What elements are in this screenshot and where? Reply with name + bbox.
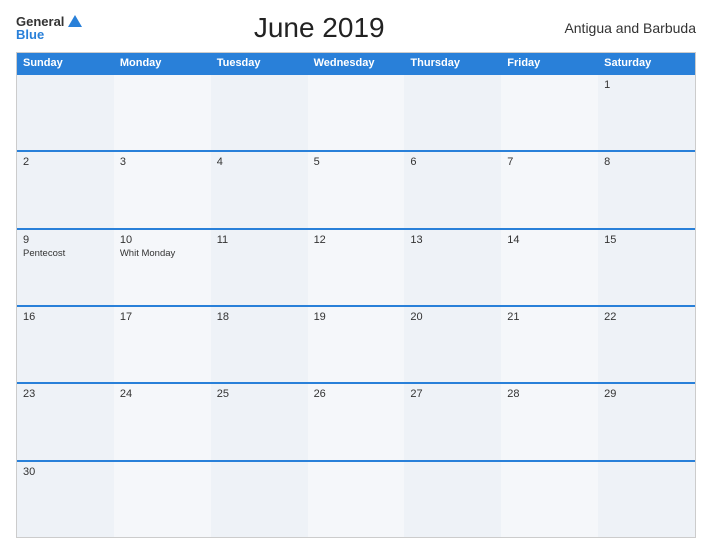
day-number: 18 bbox=[217, 311, 302, 323]
country-name: Antigua and Barbuda bbox=[556, 20, 696, 36]
calendar-day-9: 9 Pentecost bbox=[17, 230, 114, 305]
calendar-empty-cell bbox=[211, 462, 308, 537]
calendar-page: General Blue June 2019 Antigua and Barbu… bbox=[0, 0, 712, 550]
day-number: 20 bbox=[410, 311, 495, 323]
calendar-day-19: 19 bbox=[308, 307, 405, 382]
day-number: 10 bbox=[120, 234, 205, 246]
calendar-week-2: 9 Pentecost 10 Whit Monday 11 12 13 14 15 bbox=[17, 228, 695, 305]
calendar-empty-cell bbox=[308, 462, 405, 537]
calendar-week-0: 1 bbox=[17, 73, 695, 150]
day-number: 9 bbox=[23, 234, 108, 246]
calendar-title: June 2019 bbox=[82, 12, 556, 44]
calendar-day-30: 30 bbox=[17, 462, 114, 537]
calendar-day-8: 8 bbox=[598, 152, 695, 227]
calendar-day-21: 21 bbox=[501, 307, 598, 382]
calendar-week-1: 2345678 bbox=[17, 150, 695, 227]
day-number: 3 bbox=[120, 156, 205, 168]
calendar-day-24: 24 bbox=[114, 384, 211, 459]
calendar-header-cell-monday: Monday bbox=[114, 53, 211, 73]
calendar-day-29: 29 bbox=[598, 384, 695, 459]
day-event: Whit Monday bbox=[120, 248, 205, 259]
calendar-header-row: SundayMondayTuesdayWednesdayThursdayFrid… bbox=[17, 53, 695, 73]
calendar-day-28: 28 bbox=[501, 384, 598, 459]
day-number: 15 bbox=[604, 234, 689, 246]
calendar-week-3: 16 17 18 19 20 21 22 bbox=[17, 305, 695, 382]
calendar-empty-cell bbox=[404, 462, 501, 537]
calendar-header-cell-saturday: Saturday bbox=[598, 53, 695, 73]
calendar-empty-cell bbox=[308, 75, 405, 150]
calendar-day-13: 13 bbox=[404, 230, 501, 305]
day-number: 19 bbox=[314, 311, 399, 323]
calendar-day-22: 22 bbox=[598, 307, 695, 382]
calendar-empty-cell bbox=[114, 75, 211, 150]
calendar-week-4: 23 24 25 26 27 28 29 bbox=[17, 382, 695, 459]
day-number: 6 bbox=[410, 156, 495, 168]
day-number: 28 bbox=[507, 388, 592, 400]
day-number: 17 bbox=[120, 311, 205, 323]
calendar-day-10: 10 Whit Monday bbox=[114, 230, 211, 305]
day-number: 2 bbox=[23, 156, 108, 168]
day-number: 4 bbox=[217, 156, 302, 168]
day-number: 12 bbox=[314, 234, 399, 246]
day-number: 11 bbox=[217, 234, 302, 246]
calendar-grid: SundayMondayTuesdayWednesdayThursdayFrid… bbox=[16, 52, 696, 538]
day-number: 1 bbox=[604, 79, 689, 91]
calendar-day-17: 17 bbox=[114, 307, 211, 382]
calendar-empty-cell bbox=[17, 75, 114, 150]
day-number: 22 bbox=[604, 311, 689, 323]
calendar-day-27: 27 bbox=[404, 384, 501, 459]
calendar-day-4: 4 bbox=[211, 152, 308, 227]
header: General Blue June 2019 Antigua and Barbu… bbox=[16, 12, 696, 44]
calendar-day-26: 26 bbox=[308, 384, 405, 459]
day-number: 26 bbox=[314, 388, 399, 400]
day-number: 16 bbox=[23, 311, 108, 323]
day-event: Pentecost bbox=[23, 248, 108, 259]
day-number: 5 bbox=[314, 156, 399, 168]
day-number: 14 bbox=[507, 234, 592, 246]
calendar-day-20: 20 bbox=[404, 307, 501, 382]
calendar-day-1: 1 bbox=[598, 75, 695, 150]
calendar-empty-cell bbox=[501, 75, 598, 150]
calendar-day-7: 7 bbox=[501, 152, 598, 227]
calendar-day-5: 5 bbox=[308, 152, 405, 227]
calendar-day-23: 23 bbox=[17, 384, 114, 459]
calendar-day-3: 3 bbox=[114, 152, 211, 227]
day-number: 30 bbox=[23, 466, 108, 478]
logo-triangle-icon bbox=[68, 15, 82, 27]
calendar-day-25: 25 bbox=[211, 384, 308, 459]
calendar-body: 123456789Pentecost10Whit Monday111213141… bbox=[17, 73, 695, 537]
calendar-empty-cell bbox=[114, 462, 211, 537]
calendar-header-cell-tuesday: Tuesday bbox=[211, 53, 308, 73]
day-number: 25 bbox=[217, 388, 302, 400]
day-number: 29 bbox=[604, 388, 689, 400]
calendar-day-15: 15 bbox=[598, 230, 695, 305]
calendar-empty-cell bbox=[501, 462, 598, 537]
calendar-header-cell-friday: Friday bbox=[501, 53, 598, 73]
day-number: 7 bbox=[507, 156, 592, 168]
day-number: 23 bbox=[23, 388, 108, 400]
day-number: 13 bbox=[410, 234, 495, 246]
calendar-day-2: 2 bbox=[17, 152, 114, 227]
calendar-day-6: 6 bbox=[404, 152, 501, 227]
calendar-day-16: 16 bbox=[17, 307, 114, 382]
calendar-empty-cell bbox=[404, 75, 501, 150]
calendar-header-cell-wednesday: Wednesday bbox=[308, 53, 405, 73]
calendar-day-11: 11 bbox=[211, 230, 308, 305]
calendar-header-cell-sunday: Sunday bbox=[17, 53, 114, 73]
calendar-day-12: 12 bbox=[308, 230, 405, 305]
day-number: 27 bbox=[410, 388, 495, 400]
calendar-day-14: 14 bbox=[501, 230, 598, 305]
calendar-empty-cell bbox=[598, 462, 695, 537]
calendar-header-cell-thursday: Thursday bbox=[404, 53, 501, 73]
calendar-empty-cell bbox=[211, 75, 308, 150]
day-number: 24 bbox=[120, 388, 205, 400]
day-number: 8 bbox=[604, 156, 689, 168]
day-number: 21 bbox=[507, 311, 592, 323]
calendar-week-5: 30 bbox=[17, 460, 695, 537]
logo: General Blue bbox=[16, 15, 82, 41]
logo-blue-text: Blue bbox=[16, 28, 82, 41]
calendar-day-18: 18 bbox=[211, 307, 308, 382]
